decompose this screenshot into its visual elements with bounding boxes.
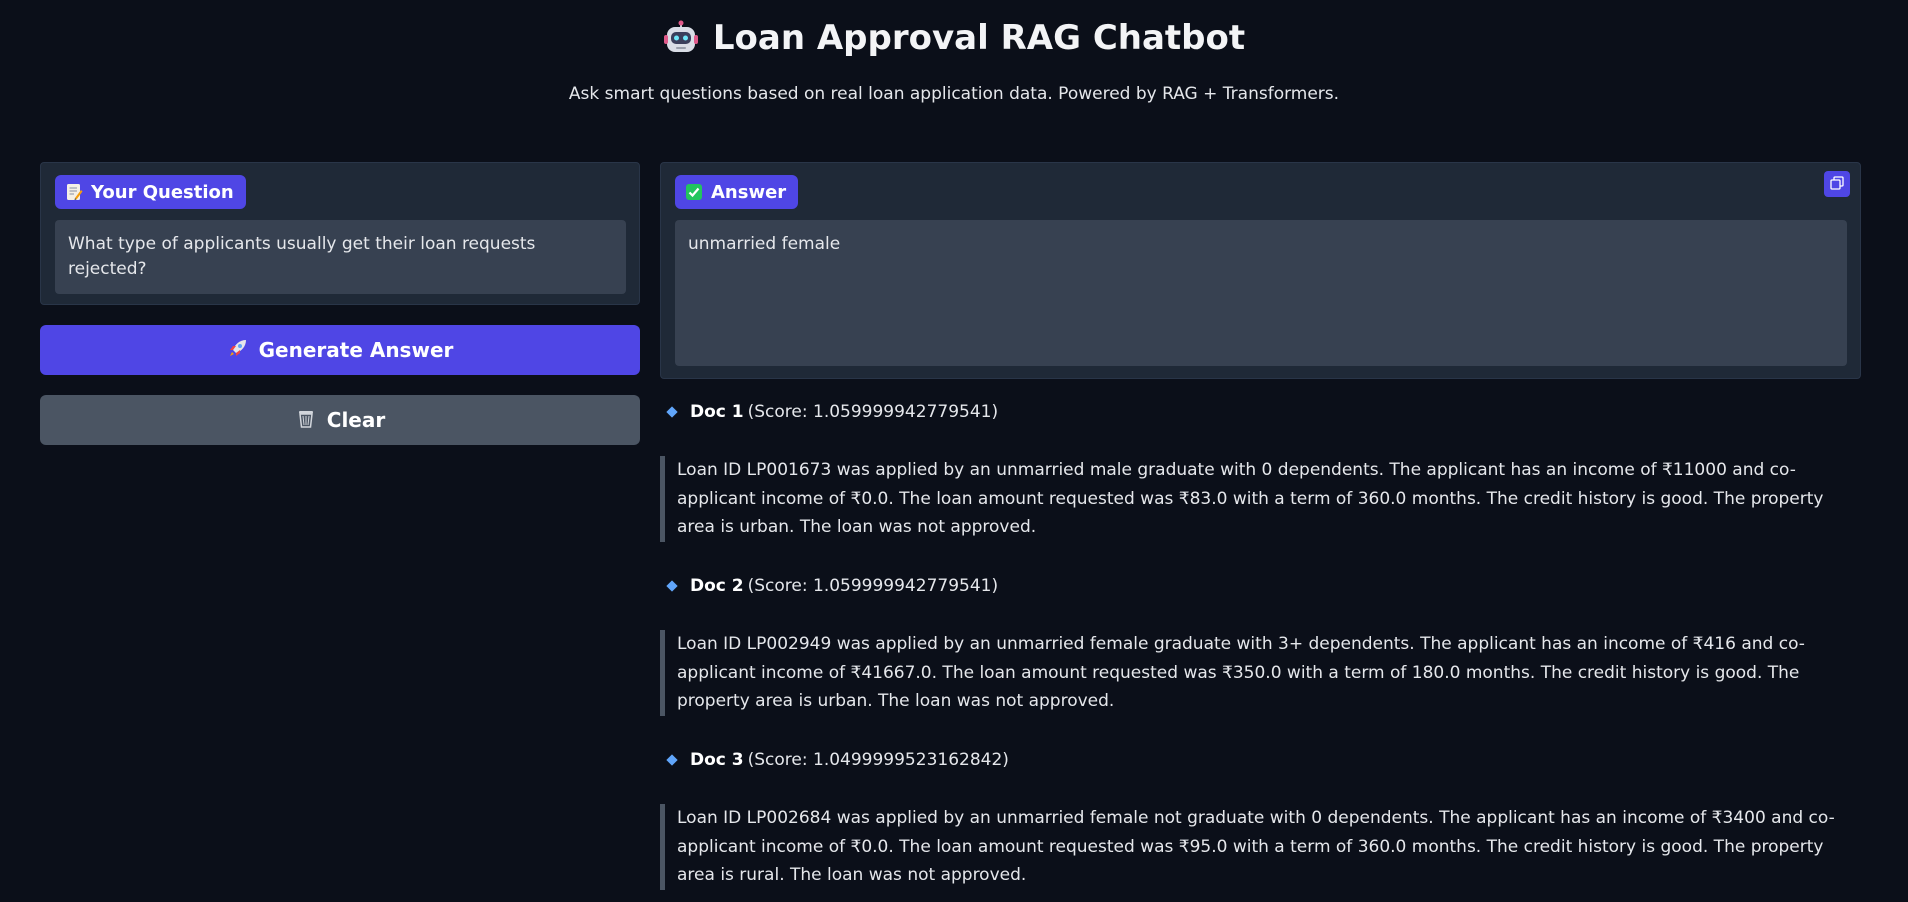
generate-answer-button[interactable]: Generate Answer xyxy=(40,325,640,375)
copy-icon xyxy=(1830,175,1844,194)
question-panel: Your Question What type of applicants us… xyxy=(40,162,640,305)
doc-heading: Doc 1 (Score: 1.059999942779541) xyxy=(666,398,999,426)
doc-text: Loan ID LP002684 was applied by an unmar… xyxy=(660,804,1861,890)
robot-icon xyxy=(663,20,699,56)
blue-diamond-icon xyxy=(666,754,678,766)
generate-answer-label: Generate Answer xyxy=(258,338,454,362)
page-title-row: Loan Approval RAG Chatbot xyxy=(0,18,1908,58)
memo-icon xyxy=(65,183,83,201)
answer-label: Answer xyxy=(675,175,799,209)
clear-label: Clear xyxy=(326,408,386,432)
blue-diamond-icon xyxy=(666,406,678,418)
doc-text: Loan ID LP002949 was applied by an unmar… xyxy=(660,630,1861,716)
rocket-icon xyxy=(227,337,249,364)
doc-score: (Score: 1.0499999523162842) xyxy=(747,750,1009,770)
doc-title: Doc 3 xyxy=(690,750,744,770)
doc-text: Loan ID LP001673 was applied by an unmar… xyxy=(660,456,1861,542)
question-label-text: Your Question xyxy=(91,181,234,203)
doc-score: (Score: 1.059999942779541) xyxy=(747,576,999,596)
doc-heading: Doc 3 (Score: 1.0499999523162842) xyxy=(666,746,1009,774)
answer-label-text: Answer xyxy=(711,181,787,203)
wastebasket-icon xyxy=(295,407,317,434)
page-title: Loan Approval RAG Chatbot xyxy=(712,18,1246,58)
answer-output: unmarried female xyxy=(675,220,1847,366)
doc-title: Doc 1 xyxy=(690,402,744,422)
clear-button[interactable]: Clear xyxy=(40,395,640,445)
doc-title: Doc 2 xyxy=(690,576,744,596)
question-label: Your Question xyxy=(55,175,246,209)
answer-panel: Answer unmarried female xyxy=(660,162,1861,379)
page-subtitle: Ask smart questions based on real loan a… xyxy=(568,84,1340,104)
question-input[interactable]: What type of applicants usually get thei… xyxy=(55,220,626,294)
check-mark-icon xyxy=(685,183,703,201)
doc-score: (Score: 1.059999942779541) xyxy=(747,402,999,422)
blue-diamond-icon xyxy=(666,580,678,592)
copy-button[interactable] xyxy=(1824,171,1850,197)
doc-heading: Doc 2 (Score: 1.059999942779541) xyxy=(666,572,999,600)
